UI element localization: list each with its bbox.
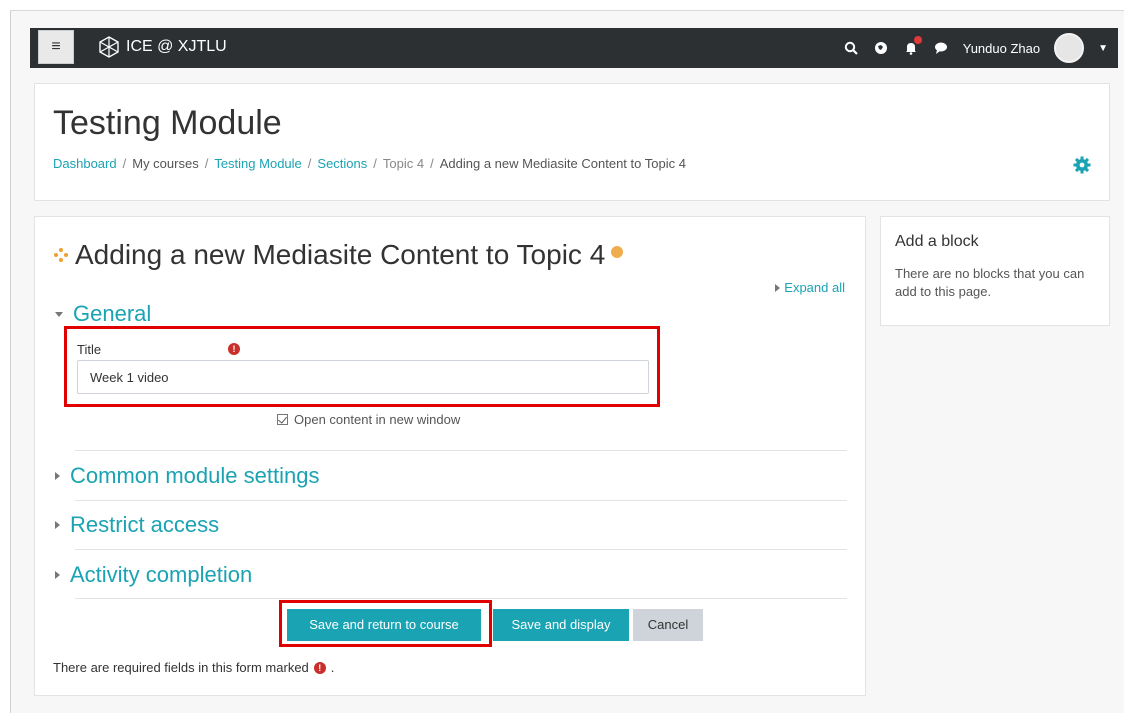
- nav-actions: Yunduo Zhao ▼: [843, 32, 1108, 64]
- section-divider: [75, 598, 847, 599]
- breadcrumb-separator: /: [430, 156, 434, 171]
- section-common-label[interactable]: Common module settings: [70, 463, 319, 489]
- brand-name[interactable]: ICE @ XJTLU: [126, 38, 227, 56]
- highlight-box-title: [64, 326, 660, 407]
- hamburger-icon[interactable]: ≡: [38, 30, 74, 64]
- user-name[interactable]: Yunduo Zhao: [963, 41, 1040, 56]
- section-general[interactable]: General: [55, 301, 151, 327]
- section-restrict-access[interactable]: Restrict access: [55, 512, 219, 538]
- caret-right-icon: [55, 472, 60, 480]
- section-activity-completion[interactable]: Activity completion: [55, 562, 252, 588]
- section-restrict-label[interactable]: Restrict access: [70, 512, 219, 538]
- breadcrumb-separator: /: [204, 156, 209, 171]
- breadcrumb-dashboard[interactable]: Dashboard: [53, 156, 117, 171]
- open-new-window-option[interactable]: Open content in new window: [277, 412, 460, 427]
- xjtlu-logo-icon: [99, 36, 119, 58]
- highlight-box-save-return: [279, 600, 492, 647]
- bell-icon[interactable]: [903, 36, 922, 56]
- main-form-card: Adding a new Mediasite Content to Topic …: [34, 216, 866, 696]
- breadcrumb-current: Adding a new Mediasite Content to Topic …: [439, 156, 686, 171]
- form-title: Adding a new Mediasite Content to Topic …: [75, 239, 606, 270]
- mediasite-module-icon: [54, 248, 68, 262]
- caret-right-icon: [775, 283, 781, 292]
- add-block-panel: Add a block There are no blocks that you…: [880, 216, 1110, 326]
- help-icon[interactable]: [611, 246, 624, 258]
- breadcrumb-separator: /: [122, 156, 127, 171]
- caret-right-icon: [55, 521, 60, 529]
- avatar[interactable]: [1054, 33, 1085, 63]
- breadcrumb-separator: /: [307, 156, 312, 171]
- breadcrumb-sections[interactable]: Sections: [317, 156, 367, 171]
- add-block-text: There are no blocks that you can add to …: [895, 266, 1085, 299]
- open-new-window-label: Open content in new window: [294, 412, 461, 427]
- section-divider: [75, 549, 847, 550]
- required-note-text: There are required fields in this form m…: [53, 660, 309, 675]
- page-title: Testing Module: [53, 104, 282, 142]
- chat-icon[interactable]: [933, 40, 949, 56]
- section-divider: [75, 450, 847, 451]
- section-common-module-settings[interactable]: Common module settings: [55, 463, 319, 489]
- add-block-title: Add a block: [895, 233, 979, 250]
- breadcrumb-testing-module[interactable]: Testing Module: [214, 156, 301, 171]
- search-icon[interactable]: [843, 40, 859, 56]
- open-new-window-checkbox[interactable]: [277, 414, 288, 425]
- caret-right-icon: [55, 571, 60, 579]
- form-heading: Adding a new Mediasite Content to Topic …: [53, 239, 624, 271]
- section-general-label[interactable]: General: [73, 301, 151, 327]
- page-header: Testing Module Dashboard / My courses / …: [34, 83, 1110, 201]
- breadcrumb-my-courses: My courses: [132, 156, 199, 171]
- top-navbar: ≡ ICE @ XJTLU Yunduo Zhao ▼: [30, 28, 1118, 68]
- expand-all-label[interactable]: Expand all: [784, 280, 845, 295]
- breadcrumb-topic-4[interactable]: Topic 4: [383, 156, 424, 171]
- section-activity-label[interactable]: Activity completion: [70, 562, 252, 588]
- globe-icon[interactable]: [873, 40, 889, 56]
- required-icon: !: [313, 661, 326, 674]
- required-note-end: .: [330, 660, 335, 675]
- breadcrumb-separator: /: [373, 156, 377, 171]
- chevron-down-icon[interactable]: ▼: [1098, 43, 1108, 54]
- breadcrumb: Dashboard / My courses / Testing Module …: [53, 156, 686, 171]
- expand-all-link[interactable]: Expand all: [775, 280, 845, 295]
- gear-icon[interactable]: [1073, 156, 1091, 174]
- required-fields-note: There are required fields in this form m…: [53, 660, 334, 675]
- notification-badge: [913, 36, 922, 44]
- save-and-display-button[interactable]: Save and display: [493, 609, 629, 641]
- cancel-button[interactable]: Cancel: [633, 609, 703, 641]
- section-divider: [75, 500, 847, 501]
- caret-down-icon: [55, 311, 63, 317]
- site-brand[interactable]: ICE @ XJTLU: [98, 34, 227, 60]
